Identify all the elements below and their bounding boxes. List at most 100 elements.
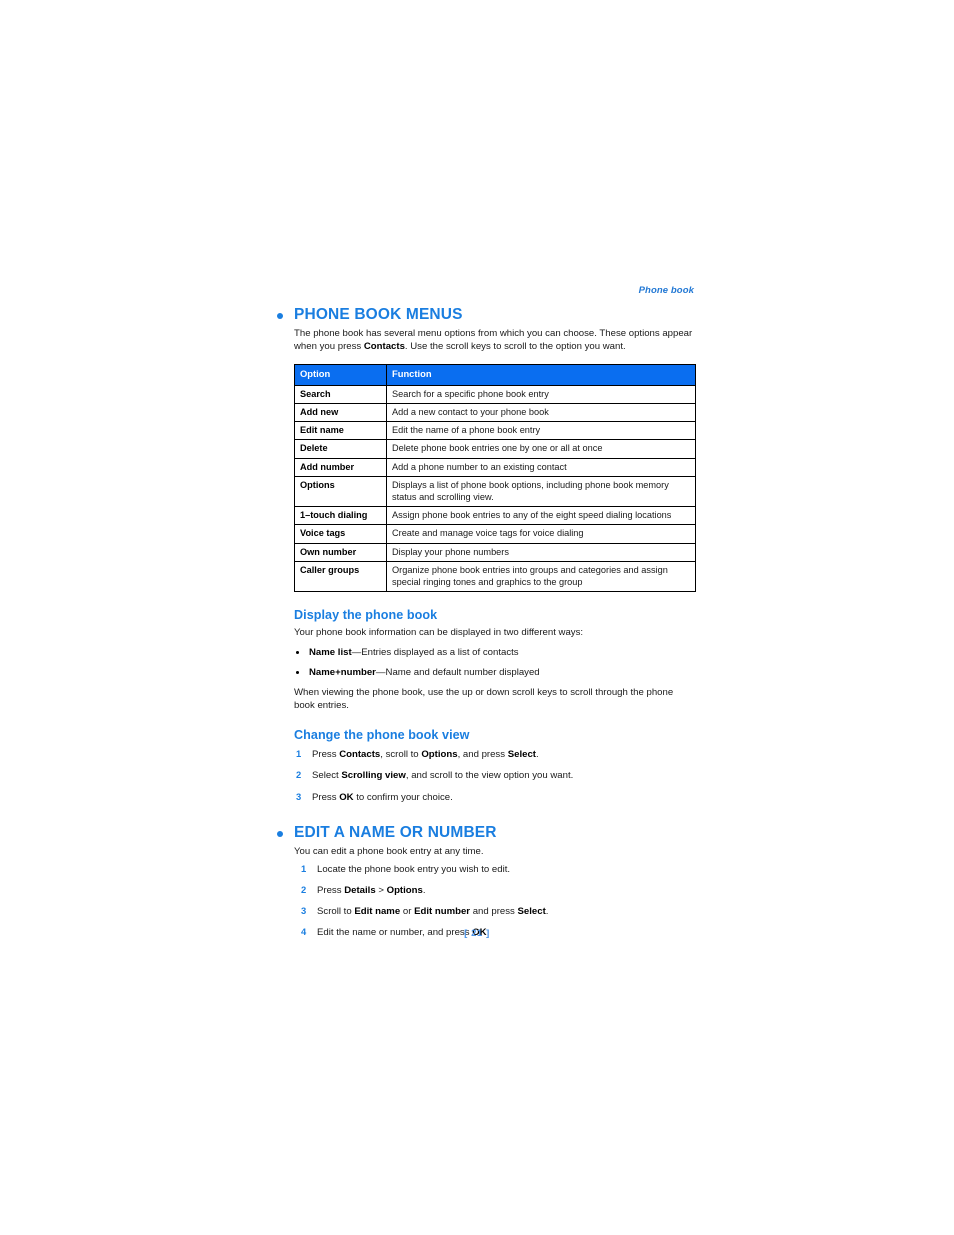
- step-bold-1: OK: [339, 791, 354, 803]
- intro-text-part-2: . Use the scroll keys to scroll to the o…: [404, 340, 626, 352]
- section-heading-edit-a-name-or-number: EDIT A NAME OR NUMBER: [277, 824, 697, 842]
- cell-function: Create and manage voice tags for voice d…: [386, 524, 696, 544]
- step-text-1: Press: [312, 749, 340, 761]
- list-item: 3 Press OK to confirm your choice.: [294, 791, 696, 804]
- display-closing-paragraph: When viewing the phone book, use the up …: [294, 686, 674, 712]
- cell-option: Own number: [294, 542, 387, 562]
- cell-function: Assign phone book entries to any of the …: [386, 506, 696, 526]
- phone-book-menus-table: Option Function Search Search for a spec…: [294, 364, 696, 593]
- cell-function: Organize phone book entries into groups …: [386, 560, 696, 593]
- table-row: Edit name Edit the name of a phone book …: [294, 421, 696, 441]
- display-intro-paragraph: Your phone book information can be displ…: [294, 626, 584, 638]
- cell-option: Edit name: [294, 421, 387, 441]
- cell-option: Search: [294, 384, 387, 404]
- cell-function: Add a phone number to an existing contac…: [386, 457, 696, 477]
- list-item: Name+number—Name and default number disp…: [294, 666, 696, 679]
- section-intro-paragraph: The phone book has several menu options …: [294, 327, 696, 353]
- step-text-3: , and press: [457, 749, 508, 761]
- step-text-1: Select: [312, 770, 342, 782]
- list-item: 1 Locate the phone book entry you wish to…: [299, 863, 696, 876]
- section-heading-phone-book-menus: PHONE BOOK MENUS: [277, 306, 697, 324]
- cell-function: Add a new contact to your phone book: [386, 402, 696, 423]
- step-bold-2: Options: [421, 749, 458, 761]
- step-text-4: .: [535, 749, 539, 761]
- list-item: 2 Press Details > Options.: [299, 884, 696, 897]
- running-head: Phone book: [638, 285, 694, 296]
- list-item: 2 Select Scrolling view, and scroll to th…: [294, 769, 696, 782]
- cell-option: Delete: [294, 439, 387, 459]
- step-text-2: to confirm your choice.: [353, 791, 453, 803]
- table-row: Options Displays a list of phone book op…: [294, 475, 696, 508]
- table-row: Caller groups Organize phone book entrie…: [294, 560, 696, 593]
- list-item: Name list—Entries displayed as a list of…: [294, 646, 696, 659]
- cell-option: Caller groups: [294, 560, 387, 593]
- step-text-1: Locate the phone book entry you wish to …: [317, 863, 511, 875]
- table-row: Add new Add a new contact to your phone …: [294, 402, 696, 423]
- step-number: 3: [301, 904, 307, 916]
- list-item: 3 Scroll to Edit name or Edit number and …: [299, 905, 696, 918]
- document-page: Phone book PHONE BOOK MENUS The phone bo…: [0, 0, 954, 1235]
- bullet-icon: [277, 830, 283, 837]
- cell-option: Add number: [294, 457, 387, 477]
- bullet-dot-icon: [296, 650, 300, 655]
- display-options-list: Name list—Entries displayed as a list of…: [294, 646, 696, 679]
- cell-option: 1–touch dialing: [294, 506, 387, 526]
- step-text-2: , scroll to: [380, 749, 422, 761]
- list-item-term: Name list: [309, 646, 352, 658]
- table-row: Voice tags Create and manage voice tags …: [294, 524, 696, 544]
- section-title-edit: EDIT A NAME OR NUMBER: [294, 823, 497, 841]
- list-item: 1 Press Contacts, scroll to Options, and …: [294, 748, 696, 761]
- step-bold-2: Options: [386, 884, 423, 896]
- list-item-text: —Entries displayed as a list of contacts: [351, 646, 519, 658]
- change-view-steps-list: 1 Press Contacts, scroll to Options, and …: [294, 748, 696, 803]
- step-text-2: , and scroll to the view option you want…: [405, 770, 574, 782]
- bullet-dot-icon: [296, 670, 300, 675]
- cell-function: Edit the name of a phone book entry: [386, 421, 696, 441]
- step-text-1: Press: [312, 791, 340, 803]
- step-number: 2: [301, 883, 307, 895]
- table-row: Own number Display your phone numbers: [294, 542, 696, 562]
- intro-bold-contacts: Contacts: [363, 340, 405, 352]
- step-number: 1: [301, 862, 307, 874]
- bullet-icon: [277, 313, 283, 319]
- page-title: PHONE BOOK MENUS: [294, 306, 463, 323]
- step-text-2: or: [400, 905, 415, 917]
- step-text-2: >: [375, 884, 387, 896]
- subsection-heading-display-the-phone-book: Display the phone book: [294, 608, 438, 623]
- step-bold-1: Details: [344, 884, 376, 896]
- table-row: 1–touch dialing Assign phone book entrie…: [294, 506, 696, 526]
- step-text-3: and press: [470, 905, 518, 917]
- page-number: [ 21 ]: [464, 928, 490, 939]
- table-row: Search Search for a specific phone book …: [294, 384, 696, 404]
- step-bold-1: Scrolling view: [341, 770, 406, 782]
- table-row: Delete Delete phone book entries one by …: [294, 439, 696, 459]
- step-number: 2: [296, 769, 302, 781]
- table-row: Add number Add a phone number to an exis…: [294, 457, 696, 477]
- page-content: PHONE BOOK MENUS The phone book has seve…: [277, 306, 697, 947]
- cell-option: Options: [294, 475, 387, 508]
- step-number: 1: [296, 748, 302, 760]
- cell-function: Search for a specific phone book entry: [386, 384, 696, 404]
- step-text-3: .: [422, 884, 426, 896]
- table-header-row: Option Function: [294, 364, 696, 386]
- step-bold-1: Edit name: [354, 905, 401, 917]
- step-text-4: .: [545, 905, 549, 917]
- step-number: 3: [296, 790, 302, 802]
- cell-function: Delete phone book entries one by one or …: [386, 439, 696, 459]
- cell-function: Display your phone numbers: [386, 542, 696, 562]
- step-bold-3: Select: [517, 905, 546, 917]
- step-bold-3: Select: [507, 749, 536, 761]
- subsection-heading-change-the-phone-book-view: Change the phone book view: [294, 728, 470, 743]
- cell-function: Displays a list of phone book options, i…: [386, 475, 696, 508]
- phone-book-menus-table-wrapper: Option Function Search Search for a spec…: [294, 364, 697, 593]
- column-header-function: Function: [386, 364, 696, 386]
- step-text-1: Scroll to: [317, 905, 355, 917]
- step-bold-2: Edit number: [414, 905, 471, 917]
- step-bold-1: Contacts: [339, 749, 381, 761]
- cell-option: Add new: [294, 402, 387, 423]
- cell-option: Voice tags: [294, 524, 387, 544]
- edit-intro-paragraph: You can edit a phone book entry at any t…: [294, 845, 484, 857]
- step-text-1: Press: [317, 884, 345, 896]
- list-item-term: Name+number: [309, 666, 376, 678]
- column-header-option: Option: [294, 364, 387, 386]
